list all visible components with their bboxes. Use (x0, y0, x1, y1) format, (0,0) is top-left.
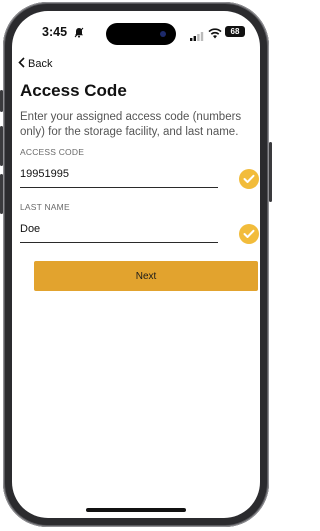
access-code-underline (20, 187, 218, 188)
access-code-input[interactable]: 19951995 (20, 168, 69, 180)
page-title: Access Code (20, 81, 127, 100)
access-code-label: ACCESS CODE (20, 147, 85, 157)
signal-icon (190, 28, 204, 46)
back-chevron-icon (18, 57, 25, 71)
last-name-label: LAST NAME (20, 202, 70, 212)
wifi-icon (208, 26, 222, 44)
check-icon (239, 169, 259, 189)
home-indicator[interactable] (86, 508, 186, 512)
battery-level: 68 (230, 27, 240, 36)
volume-down-button (0, 174, 3, 214)
action-button (0, 90, 3, 112)
bell-icon (74, 25, 84, 43)
check-icon (239, 224, 259, 244)
power-button (269, 142, 272, 202)
volume-up-button (0, 126, 3, 166)
status-bar: 3:45 68 (12, 11, 260, 51)
app-screen: 3:45 68 Back Access Code Enter your assi… (12, 11, 260, 518)
phone-frame: 3:45 68 Back Access Code Enter your assi… (0, 2, 272, 527)
battery-icon: 68 (225, 26, 245, 37)
status-time: 3:45 (42, 25, 68, 39)
next-button[interactable]: Next (34, 261, 258, 291)
page-description: Enter your assigned access code (numbers… (20, 111, 242, 138)
back-button[interactable]: Back (18, 57, 52, 71)
last-name-underline (20, 242, 218, 243)
last-name-input[interactable]: Doe (20, 223, 40, 235)
back-label: Back (28, 58, 53, 70)
dynamic-island (106, 23, 176, 45)
camera-dot (160, 31, 166, 37)
